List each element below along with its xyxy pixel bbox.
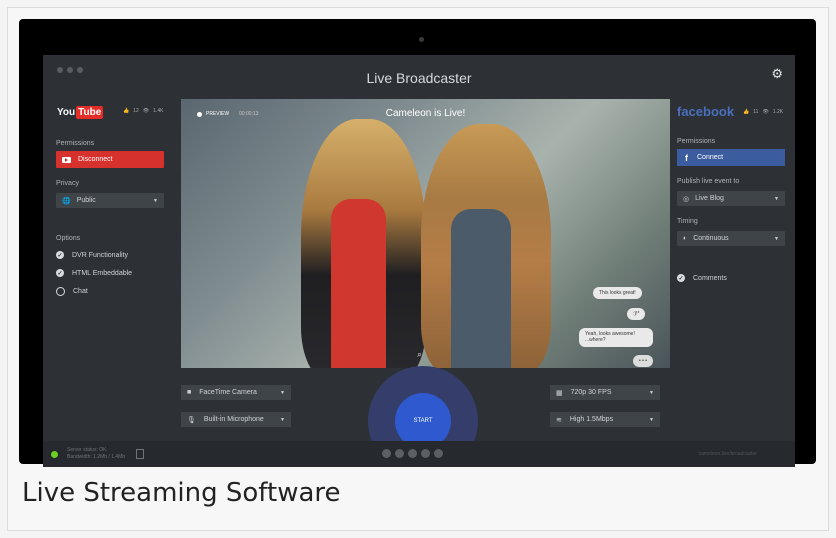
status-ok-dot bbox=[51, 451, 58, 458]
film-icon: ▦ bbox=[556, 389, 563, 397]
clock-icon: ◐ bbox=[683, 235, 688, 242]
chevron-down-icon: ▼ bbox=[280, 389, 285, 396]
facebook-icon[interactable] bbox=[382, 449, 391, 458]
resolution-select[interactable]: ▦ 720p 30 FPS ▼ bbox=[550, 385, 660, 400]
publish-value: Live Blog bbox=[695, 195, 724, 202]
eye-icon: 👁 bbox=[762, 109, 769, 115]
option-label: Chat bbox=[73, 288, 88, 295]
youtube-permissions-label: Permissions bbox=[56, 140, 95, 147]
youtube-logo-tube: Tube bbox=[76, 106, 104, 119]
privacy-value: Public bbox=[76, 197, 96, 204]
bitrate-select[interactable]: ≋ High 1.5Mbps ▼ bbox=[550, 412, 660, 427]
youtube-icon[interactable] bbox=[408, 449, 417, 458]
microphone-icon: 🎙 bbox=[187, 416, 196, 424]
status-bar: Server status: OK Bandwidth: 1.2Mb / 1.4… bbox=[43, 441, 795, 467]
checkmark-icon: ✓ bbox=[56, 269, 64, 277]
youtube-likes: 12 bbox=[133, 108, 139, 114]
facebook-logo: facebook bbox=[677, 104, 735, 119]
typing-indicator: • • • bbox=[633, 355, 654, 368]
facebook-permissions-label: Permissions bbox=[677, 138, 716, 145]
bitrate-value: High 1.5Mbps bbox=[569, 416, 614, 423]
timing-label: Timing bbox=[677, 218, 698, 225]
disconnect-label: Disconnect bbox=[78, 156, 113, 163]
thumbs-up-icon: 👍 bbox=[123, 108, 130, 114]
stream-overlay-title: Cameleon is Live! bbox=[385, 108, 466, 119]
chat-line: ...where? bbox=[585, 337, 606, 344]
option-html-embeddable[interactable]: ✓ HTML Embeddable bbox=[56, 269, 132, 277]
youtube-logo-you: You bbox=[57, 107, 76, 118]
thumbs-up-icon: 👍 bbox=[743, 109, 750, 115]
bandwidth-line: Bandwidth: 1.2Mb / 1.4Mb bbox=[67, 453, 126, 460]
privacy-label: Privacy bbox=[56, 180, 79, 187]
microphone-select[interactable]: 🎙 Built-in Microphone ▼ bbox=[181, 412, 291, 427]
camera-value: FaceTime Camera bbox=[199, 389, 257, 396]
disconnect-button[interactable]: Disconnect bbox=[56, 151, 164, 168]
youtube-logo: You Tube bbox=[57, 106, 104, 119]
facebook-f-icon: f bbox=[685, 152, 688, 163]
empty-circle-icon bbox=[56, 287, 65, 296]
youtube-stats: 👍 12 👁 1.4K bbox=[123, 108, 163, 114]
chat-bubble: Yeah, looks awesome! ...where? bbox=[579, 328, 653, 347]
options-label: Options bbox=[56, 235, 81, 242]
chevron-down-icon: ▼ bbox=[280, 416, 285, 423]
video-preview: PREVIEW 00:00:13 Cameleon is Live! This … bbox=[181, 99, 670, 368]
option-chat[interactable]: Chat bbox=[56, 287, 88, 296]
app-title: Live Broadcaster bbox=[366, 70, 472, 86]
server-status: Server status: OK Bandwidth: 1.2Mb / 1.4… bbox=[67, 447, 125, 460]
facebook-stats: 👍 11 👁 1.2K bbox=[743, 109, 783, 115]
chevron-down-icon: ▼ bbox=[774, 235, 779, 242]
twitter-icon[interactable] bbox=[395, 449, 404, 458]
instagram-icon[interactable] bbox=[421, 449, 430, 458]
gear-icon[interactable]: ⚙ bbox=[771, 66, 783, 82]
checkmark-icon: ✓ bbox=[677, 274, 685, 282]
connect-label: Connect bbox=[697, 154, 724, 161]
youtube-views: 1.4K bbox=[153, 108, 164, 114]
presenter-right-shirt bbox=[451, 209, 511, 368]
log-file-icon[interactable] bbox=[136, 449, 144, 459]
chat-bubble: This looks great! bbox=[593, 287, 642, 300]
chevron-down-icon: ▼ bbox=[153, 197, 158, 204]
facebook-likes: 11 bbox=[753, 109, 759, 115]
publish-label: Publish live event to bbox=[677, 178, 740, 185]
checkmark-icon: ✓ bbox=[56, 251, 64, 259]
globe-icon: 🌐 bbox=[62, 197, 71, 205]
option-dvr[interactable]: ✓ DVR Functionality bbox=[56, 251, 128, 259]
publish-select[interactable]: ◎ Live Blog ▼ bbox=[677, 191, 785, 206]
video-camera-icon: ■ bbox=[187, 389, 192, 396]
eye-icon: 👁 bbox=[142, 108, 150, 114]
chevron-down-icon: ▼ bbox=[774, 195, 779, 202]
option-label: DVR Functionality bbox=[72, 251, 129, 259]
connect-button[interactable]: f Connect bbox=[677, 149, 785, 166]
webcam-dot bbox=[419, 37, 424, 42]
social-links bbox=[382, 449, 443, 458]
wifi-icon: ≋ bbox=[556, 416, 562, 424]
status-url: cameleon.live/broadcaster bbox=[698, 451, 757, 457]
facebook-views: 1.2K bbox=[772, 109, 784, 115]
chevron-down-icon: ▼ bbox=[649, 416, 654, 423]
comments-label: Comments bbox=[693, 274, 727, 282]
option-label: HTML Embeddable bbox=[72, 269, 133, 277]
chevron-down-icon: ▼ bbox=[649, 389, 654, 396]
timing-value: Continuous bbox=[693, 235, 729, 242]
presenter-left-shirt bbox=[331, 199, 386, 368]
search-icon[interactable]: ⌕ bbox=[417, 349, 422, 360]
camera-select[interactable]: ■ FaceTime Camera ▼ bbox=[181, 385, 291, 400]
timing-select[interactable]: ◐ Continuous ▼ bbox=[677, 231, 785, 246]
option-comments[interactable]: ✓ Comments bbox=[677, 274, 727, 282]
email-icon[interactable] bbox=[434, 449, 443, 458]
caption-title: Live Streaming Software bbox=[22, 478, 341, 508]
resolution-value: 720p 30 FPS bbox=[570, 389, 612, 396]
chat-bubble: :)!* bbox=[627, 308, 646, 321]
user-circle-icon: ◎ bbox=[683, 195, 690, 203]
privacy-select[interactable]: 🌐 Public ▼ bbox=[56, 193, 164, 208]
app-window: Live Broadcaster ⚙ You Tube 👍 12 👁 1.4K … bbox=[43, 55, 795, 467]
youtube-play-icon bbox=[62, 156, 71, 163]
microphone-value: Built-in Microphone bbox=[203, 416, 264, 423]
